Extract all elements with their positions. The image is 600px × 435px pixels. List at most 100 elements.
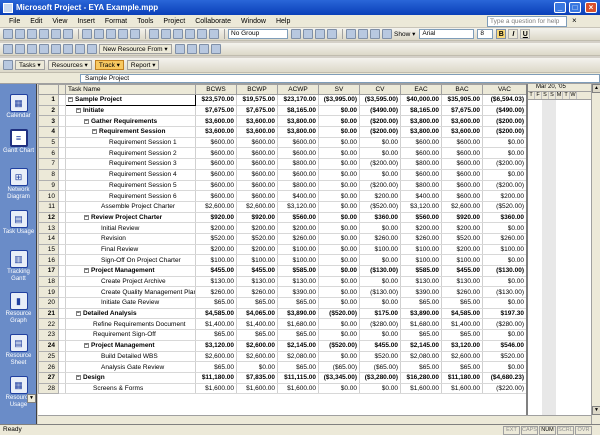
bac-cell[interactable]: $200.00 (441, 222, 483, 234)
view-resource-usage[interactable]: ▦ Resource Usage (0, 376, 36, 409)
acwp-cell[interactable]: $100.00 (277, 244, 319, 256)
bcws-cell[interactable]: $3,120.00 (195, 340, 237, 352)
bac-cell[interactable]: $3,600.00 (441, 126, 483, 138)
resource-pool-icon[interactable] (3, 44, 13, 54)
vac-cell[interactable]: $0.00 (482, 254, 526, 266)
vac-cell[interactable]: $0.00 (482, 147, 526, 160)
cv-cell[interactable]: ($200.00) (359, 180, 401, 192)
bac-cell[interactable]: $3,120.00 (441, 340, 483, 352)
undo-icon[interactable] (130, 29, 140, 39)
acwp-cell[interactable]: $2,080.00 (277, 351, 319, 363)
sv-cell[interactable]: $0.00 (318, 222, 360, 234)
print-preview-icon[interactable] (51, 29, 61, 39)
cv-cell[interactable]: $0.00 (359, 222, 401, 234)
menu-window[interactable]: Window (236, 18, 271, 25)
address-book-icon[interactable] (51, 44, 61, 54)
acwp-cell[interactable]: $3,800.00 (277, 126, 319, 138)
task-name-cell[interactable]: Sign-Off On Project Charter (65, 254, 196, 266)
bac-cell[interactable]: $7,675.00 (441, 105, 483, 117)
bac-cell[interactable]: $35,905.00 (441, 94, 483, 106)
eac-cell[interactable]: $200.00 (400, 222, 442, 234)
view-calendar[interactable]: ▦ Calendar (0, 94, 36, 120)
task-row[interactable]: 24− Project Management $3,120.00 $2,600.00 $… (38, 339, 526, 352)
open-icon[interactable] (15, 29, 25, 39)
sv-cell[interactable]: $0.00 (318, 297, 360, 309)
sv-cell[interactable]: $0.00 (318, 329, 360, 341)
row-id[interactable]: 2 (38, 104, 59, 117)
vac-cell[interactable]: $360.00 (482, 212, 526, 224)
sv-cell[interactable]: ($520.00) (318, 308, 360, 320)
vac-cell[interactable]: $546.00 (482, 340, 526, 352)
acwp-cell[interactable]: $585.00 (277, 265, 319, 277)
bcwp-cell[interactable]: $3,600.00 (236, 115, 278, 128)
task-row[interactable]: 2− Initiate $7,675.00 $7,675.00 $8,165.00 $0.… (38, 104, 526, 117)
row-id[interactable]: 20 (38, 297, 59, 309)
sv-cell[interactable]: $0.00 (318, 147, 360, 160)
cv-cell[interactable]: $0.00 (359, 169, 401, 181)
outdent-icon[interactable] (346, 29, 356, 39)
show-outline-button[interactable]: Show ▾ (394, 30, 415, 38)
acwp-cell[interactable]: $100.00 (277, 254, 319, 266)
eac-cell[interactable]: $1,680.00 (400, 318, 442, 331)
vac-cell[interactable]: $0.00 (482, 137, 526, 149)
eac-cell[interactable]: $600.00 (400, 137, 442, 149)
new-icon[interactable] (3, 29, 13, 39)
bac-cell[interactable]: $2,600.00 (441, 201, 483, 213)
column-header-bcws[interactable]: BCWS (195, 84, 237, 95)
menu-edit[interactable]: Edit (25, 18, 47, 25)
bac-cell[interactable]: $100.00 (441, 254, 483, 266)
resource-info-icon[interactable] (186, 44, 197, 54)
zoom-in-icon[interactable] (291, 29, 301, 39)
bcwp-cell[interactable]: $600.00 (236, 158, 278, 170)
bcwp-cell[interactable]: $520.00 (236, 233, 278, 245)
task-name-cell[interactable]: Requirement Session 4 (65, 169, 196, 181)
acwp-cell[interactable]: $8,165.00 (277, 105, 319, 117)
graphs-icon[interactable] (75, 44, 85, 54)
eac-cell[interactable]: $2,145.00 (400, 340, 442, 352)
acwp-cell[interactable]: $800.00 (277, 180, 319, 192)
task-name-cell[interactable]: Requirement Session 3 (65, 158, 196, 170)
italic-button[interactable]: I (508, 29, 519, 39)
bcws-cell[interactable]: $600.00 (195, 180, 237, 192)
track-button[interactable]: Track ▾ (94, 60, 124, 70)
eac-cell[interactable]: $1,600.00 (400, 383, 442, 395)
bcwp-cell[interactable]: $600.00 (236, 180, 278, 192)
task-row[interactable]: 9 Requirement Session 5 $600.00 $600.00 $800… (38, 179, 526, 192)
row-id[interactable]: 21 (38, 307, 59, 320)
bac-cell[interactable]: $1,400.00 (441, 318, 483, 331)
bcwp-cell[interactable]: $7,835.00 (236, 372, 278, 384)
sv-cell[interactable]: ($65.00) (318, 361, 360, 373)
gantt-chart-area[interactable]: Mar 20, '05 T F S S M T W (526, 84, 591, 424)
eac-cell[interactable]: $16,280.00 (400, 372, 442, 384)
acwp-cell[interactable]: $400.00 (277, 190, 319, 202)
bcws-cell[interactable]: $260.00 (195, 286, 237, 299)
task-name-cell[interactable]: Create Quality Management Plan (65, 286, 196, 299)
row-id[interactable]: 16 (38, 254, 59, 266)
cv-cell[interactable]: $0.00 (359, 276, 401, 288)
bcws-cell[interactable]: $7,675.00 (195, 105, 237, 117)
bcws-cell[interactable]: $600.00 (195, 169, 237, 181)
task-name-cell[interactable]: − Project Management (65, 340, 196, 352)
bold-button[interactable]: B (496, 29, 507, 39)
eac-cell[interactable]: $3,800.00 (400, 115, 442, 128)
row-id[interactable]: 23 (38, 329, 59, 341)
bcws-cell[interactable]: $130.00 (195, 276, 237, 288)
acwp-cell[interactable]: $2,145.00 (277, 340, 319, 352)
vac-cell[interactable]: ($200.00) (482, 158, 526, 170)
spelling-icon[interactable] (63, 29, 73, 39)
cv-cell[interactable]: ($65.00) (359, 361, 401, 373)
bcwp-cell[interactable]: $1,600.00 (236, 383, 278, 395)
minimize-button[interactable]: _ (554, 2, 566, 13)
vac-cell[interactable]: ($490.00) (482, 105, 526, 117)
eac-cell[interactable]: $800.00 (400, 180, 442, 192)
task-name-cell[interactable]: Requirement Session 6 (65, 190, 196, 202)
column-header-eac[interactable]: EAC (400, 84, 442, 95)
cv-cell[interactable]: $200.00 (359, 190, 401, 202)
bcws-cell[interactable]: $600.00 (195, 147, 237, 160)
cv-cell[interactable]: $0.00 (359, 137, 401, 149)
task-name-cell[interactable]: Initial Review (65, 222, 196, 234)
sv-cell[interactable]: $0.00 (318, 383, 360, 395)
eac-cell[interactable]: $600.00 (400, 147, 442, 160)
vac-cell[interactable]: $200.00 (482, 190, 526, 202)
acwp-cell[interactable]: $390.00 (277, 286, 319, 299)
